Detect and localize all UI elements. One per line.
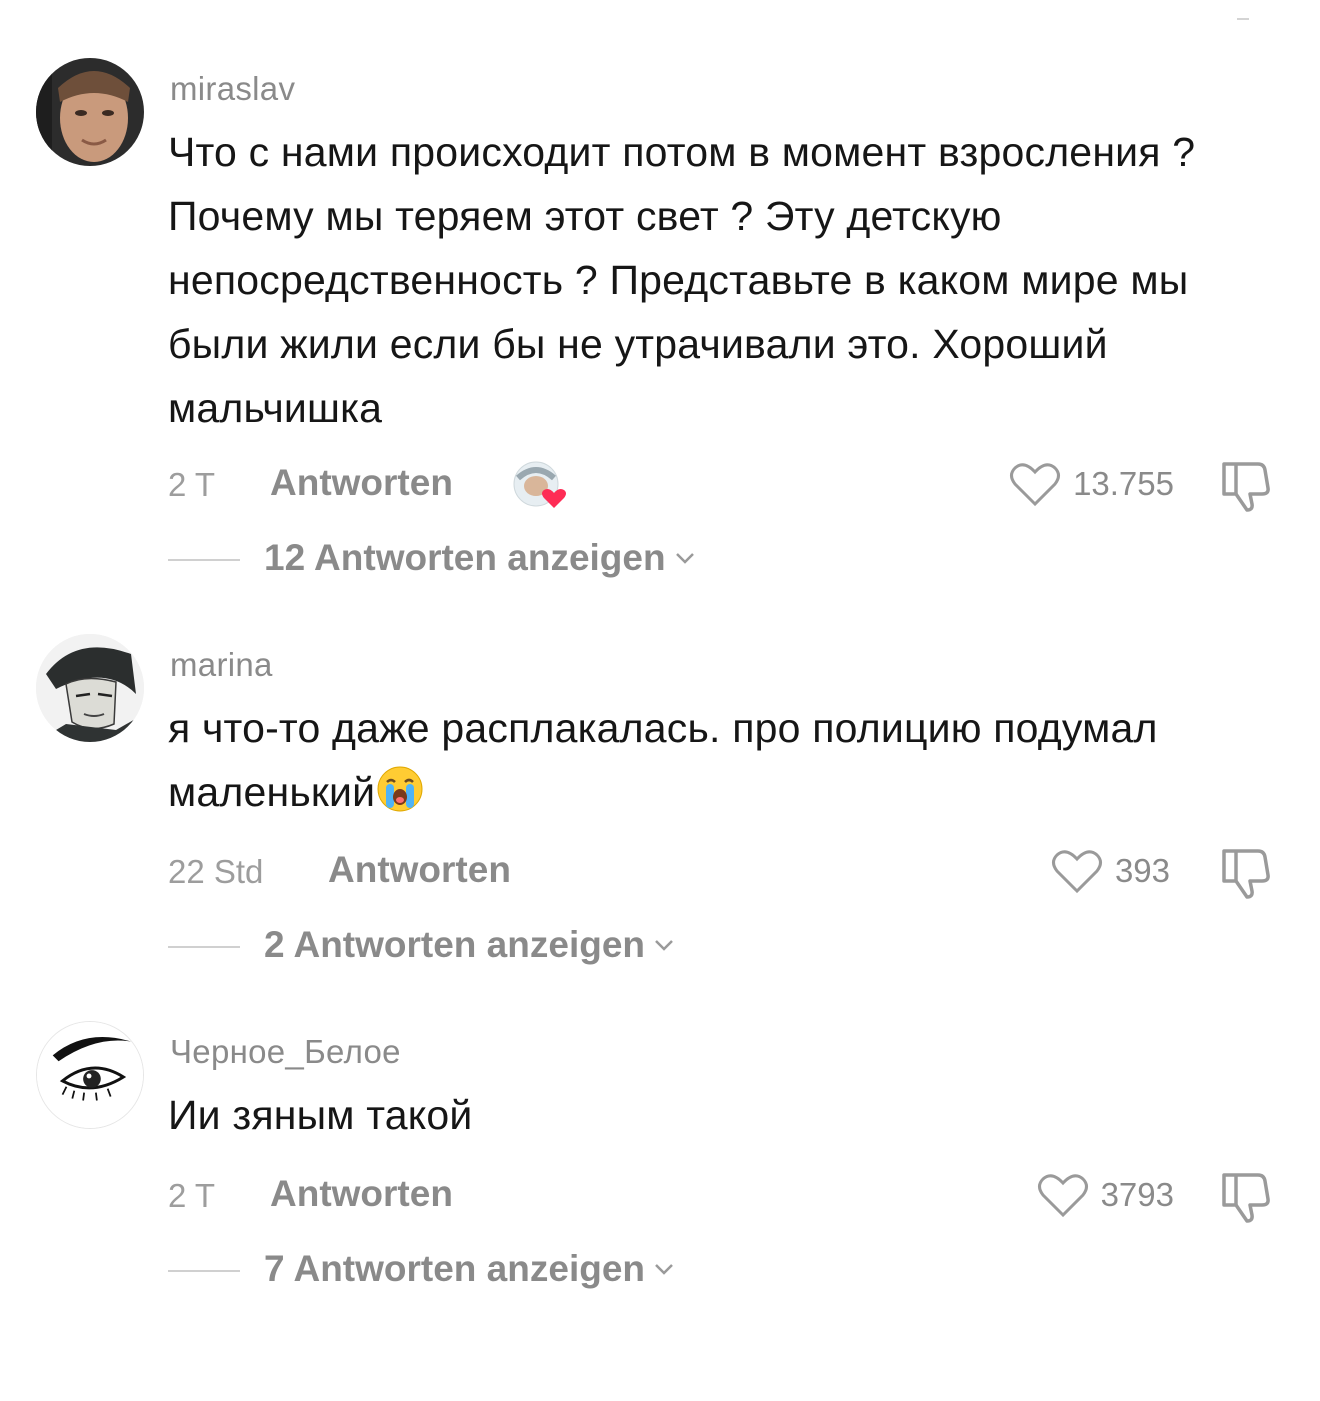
view-replies-label: 12 Antworten anzeigen xyxy=(264,537,666,578)
view-replies-button[interactable]: 7 Antworten anzeigen xyxy=(0,1248,1320,1298)
like-button[interactable]: 3793 xyxy=(1024,1169,1174,1221)
like-button[interactable]: 393 xyxy=(1040,845,1170,897)
dislike-icon[interactable] xyxy=(1218,1169,1274,1223)
loudly-crying-face-icon xyxy=(377,766,423,812)
avatar[interactable] xyxy=(36,634,144,742)
comment-actions: 22 Std Antworten 393 xyxy=(0,845,1320,905)
comment-actions: 2 T Antworten 13.755 xyxy=(0,458,1320,518)
divider-line xyxy=(168,946,240,948)
divider-line xyxy=(168,1270,240,1272)
chevron-down-icon xyxy=(655,1264,673,1275)
top-divider xyxy=(1237,18,1249,20)
comment-item: miraslav Что с нами происходит потом в м… xyxy=(0,58,1320,438)
avatar[interactable] xyxy=(36,58,144,166)
comment-text: Что с нами происходит потом в момент взр… xyxy=(168,129,1196,431)
view-replies-label: 7 Antworten anzeigen xyxy=(264,1248,646,1289)
view-replies-label: 2 Antworten anzeigen xyxy=(264,924,646,965)
comment-actions: 2 T Antworten 3793 xyxy=(0,1169,1320,1229)
heart-icon xyxy=(1051,850,1102,894)
divider-line xyxy=(168,559,240,561)
reply-button[interactable]: Antworten xyxy=(270,1173,453,1215)
heart-icon xyxy=(1010,463,1061,507)
view-replies-button[interactable]: 2 Antworten anzeigen xyxy=(0,924,1320,974)
like-button[interactable]: 13.755 xyxy=(1000,458,1174,510)
heart-icon xyxy=(1037,1174,1088,1218)
view-replies-button[interactable]: 12 Antworten anzeigen xyxy=(0,537,1320,587)
comment-time: 2 T xyxy=(168,1177,216,1214)
dislike-icon[interactable] xyxy=(1218,458,1274,512)
like-count: 13.755 xyxy=(1073,465,1174,502)
like-count: 3793 xyxy=(1100,1176,1174,1213)
comment-username[interactable]: marina xyxy=(170,646,273,684)
dislike-icon[interactable] xyxy=(1218,845,1274,899)
reply-button[interactable]: Antworten xyxy=(270,462,453,504)
comment-time: 22 Std xyxy=(168,853,264,890)
like-count: 393 xyxy=(1114,852,1170,889)
chevron-down-icon xyxy=(655,940,673,951)
creator-liked-badge xyxy=(510,460,568,512)
avatar[interactable] xyxy=(36,1021,144,1129)
comment-text-content: я что-то даже расплакалась. про полицию … xyxy=(168,705,1158,815)
comment-username[interactable]: miraslav xyxy=(170,70,295,108)
chevron-down-icon xyxy=(675,553,694,564)
comment-text: я что-то даже расплакалась. про полицию … xyxy=(168,696,1268,824)
reply-button[interactable]: Antworten xyxy=(328,849,511,891)
comment-username[interactable]: Черное_Белое xyxy=(170,1033,401,1071)
comment-time: 2 T xyxy=(168,466,216,503)
comment-text: Ии зяным такой xyxy=(168,1092,473,1138)
